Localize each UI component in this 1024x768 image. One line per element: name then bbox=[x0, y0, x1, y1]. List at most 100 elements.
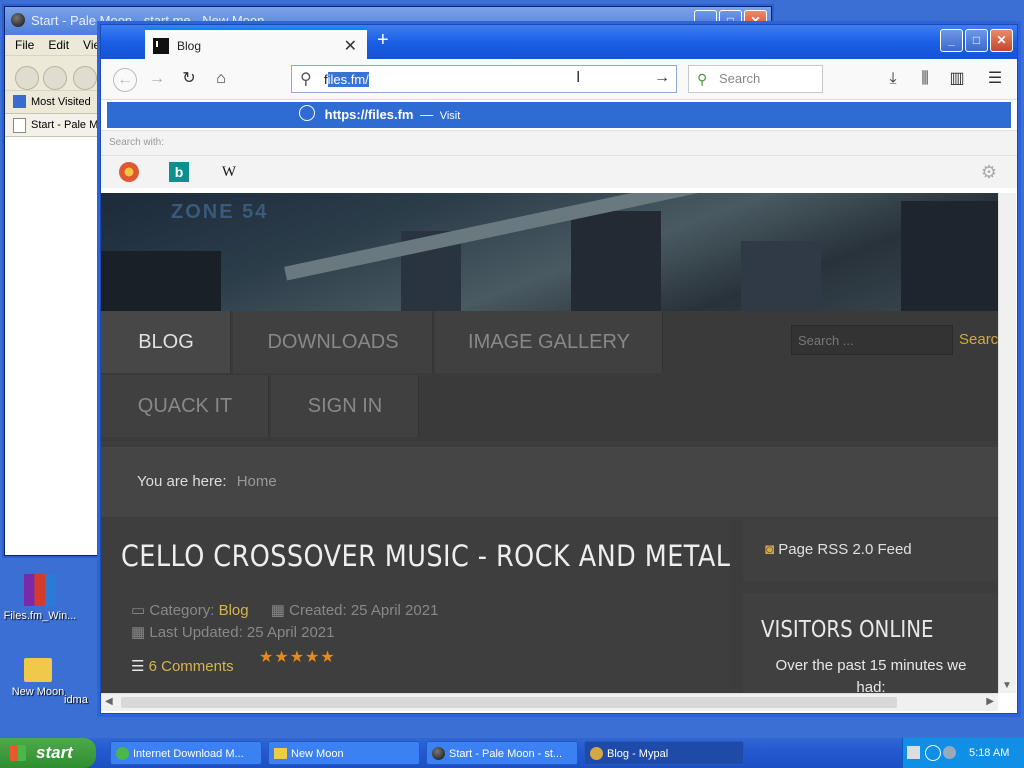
mypal-icon bbox=[590, 747, 603, 760]
pale-moon-icon bbox=[432, 747, 445, 760]
desktop-icon-label: New Moon bbox=[11, 686, 65, 698]
desktop-icon-idma[interactable]: idma bbox=[64, 658, 104, 706]
maximize-icon[interactable]: □ bbox=[965, 29, 988, 52]
scroll-right-icon[interactable]: ▶ bbox=[986, 696, 994, 707]
menu-item-quack-it[interactable]: QUACK IT bbox=[101, 375, 269, 437]
network-icon[interactable] bbox=[943, 746, 956, 759]
visitors-online-box: VISITORS ONLINE Over the past 15 minutes… bbox=[743, 593, 998, 693]
duckduckgo-icon[interactable] bbox=[119, 162, 139, 182]
breadcrumb-home-link[interactable]: Home bbox=[237, 473, 277, 490]
star-rating[interactable]: ★★★★★ bbox=[259, 647, 336, 667]
back-icon[interactable]: ← bbox=[113, 68, 137, 92]
reload-icon[interactable]: ↻ bbox=[179, 69, 199, 89]
search-icon: ⚲ bbox=[300, 71, 312, 88]
navigation-toolbar: ← → ↻ ⌂ ⚲ files.fm/ I → ⚲ Search ⤓ ⫼ ▥ ☰ bbox=[101, 59, 1017, 100]
terminal-favicon-icon bbox=[153, 37, 169, 54]
reload-icon[interactable] bbox=[73, 66, 97, 90]
rss-link[interactable]: Page RSS 2.0 Feed bbox=[778, 541, 911, 558]
scrollbar-thumb[interactable] bbox=[121, 697, 897, 708]
web-page: ZONE 54 BLOG DOWNLOADS IMAGE GALLERY QUA… bbox=[101, 193, 998, 693]
system-tray: 5:18 AM bbox=[902, 738, 1024, 768]
windows-logo-icon bbox=[10, 745, 26, 761]
browser-titlebar[interactable]: Blog ✕ + _ □ ✕ bbox=[101, 25, 1017, 61]
desktop: Start - Pale Moon - start.me - New Moon … bbox=[0, 0, 1024, 738]
breadcrumb-label: You are here: bbox=[137, 473, 227, 490]
folder-icon: ▭ bbox=[131, 602, 146, 619]
go-arrow-icon[interactable]: → bbox=[654, 69, 670, 87]
tab-blog[interactable]: Blog ✕ bbox=[145, 28, 367, 61]
url-suggestion-popup: https://files.fm — Visit bbox=[101, 100, 1017, 130]
url-text[interactable]: files.fm/ bbox=[324, 72, 369, 87]
site-search-button[interactable]: Search bbox=[953, 325, 998, 355]
article-comments[interactable]: ☰ 6 Comments bbox=[131, 657, 234, 675]
minimize-icon[interactable]: _ bbox=[940, 29, 963, 52]
calendar-icon: ▦ bbox=[131, 624, 146, 641]
hamburger-menu-icon[interactable]: ☰ bbox=[985, 69, 1005, 89]
close-icon[interactable]: ✕ bbox=[990, 29, 1013, 52]
sidebar-icon[interactable]: ▥ bbox=[947, 69, 967, 89]
menu-item-downloads[interactable]: DOWNLOADS bbox=[233, 311, 433, 373]
suggestion-action: Visit bbox=[439, 110, 461, 122]
comments-link[interactable]: 6 Comments bbox=[149, 658, 234, 675]
menu-file[interactable]: File bbox=[15, 35, 34, 55]
article-category: ▭ Category: Blog ▦ Created: 25 April 202… bbox=[131, 602, 439, 619]
one-off-search-engines: b W ⚙ bbox=[101, 155, 1017, 188]
close-tab-icon[interactable]: ✕ bbox=[344, 36, 357, 56]
taskbar-item-mypal[interactable]: Blog - Mypal bbox=[584, 741, 744, 765]
bing-icon[interactable]: b bbox=[169, 162, 189, 182]
folder-icon bbox=[24, 658, 52, 682]
menu-edit[interactable]: Edit bbox=[48, 35, 69, 55]
rss-icon: ◙ bbox=[765, 541, 775, 558]
page-icon bbox=[13, 118, 26, 133]
taskbar-item-idm[interactable]: Internet Download M... bbox=[110, 741, 262, 765]
text-cursor-icon: I bbox=[576, 69, 581, 86]
download-manager-icon bbox=[116, 747, 129, 760]
breadcrumb: You are here: Home bbox=[101, 447, 998, 517]
forward-icon[interactable]: → bbox=[147, 69, 167, 89]
clock[interactable]: 5:18 AM bbox=[969, 738, 1009, 768]
suggestion-row[interactable]: https://files.fm — Visit bbox=[107, 102, 1011, 128]
search-placeholder: Search bbox=[719, 71, 761, 86]
article-updated: ▦ Last Updated: 25 April 2021 bbox=[131, 624, 335, 641]
tab-title: Blog bbox=[177, 38, 202, 53]
wikipedia-icon[interactable]: W bbox=[219, 162, 239, 182]
app-icon bbox=[84, 658, 85, 690]
taskbar-item-new-moon[interactable]: New Moon bbox=[268, 741, 420, 765]
chevron-left-icon[interactable] bbox=[925, 745, 941, 761]
library-icon[interactable]: ⫼ bbox=[915, 69, 935, 89]
search-input[interactable]: ⚲ Search bbox=[688, 65, 823, 93]
forward-icon[interactable] bbox=[43, 66, 67, 90]
browser-window[interactable]: Blog ✕ + _ □ ✕ ← → ↻ ⌂ ⚲ files.fm/ I → ⚲ bbox=[100, 24, 1018, 714]
search-engine-icon: ⚲ bbox=[697, 71, 708, 87]
folder-icon bbox=[274, 748, 287, 759]
taskbar-item-pale-moon[interactable]: Start - Pale Moon - st... bbox=[426, 741, 578, 765]
start-button[interactable]: start bbox=[0, 738, 96, 768]
site-search-input[interactable]: Search ... bbox=[791, 325, 953, 355]
rss-feed-box[interactable]: ◙ Page RSS 2.0 Feed bbox=[743, 519, 998, 581]
desktop-icon-label: idma bbox=[64, 694, 88, 706]
back-icon[interactable] bbox=[15, 66, 39, 90]
scroll-down-icon[interactable]: ▼ bbox=[1002, 680, 1012, 691]
article-title[interactable]: CELLO CROSSOVER MUSIC - ROCK AND METAL bbox=[121, 539, 730, 573]
category-link[interactable]: Blog bbox=[219, 602, 249, 619]
vertical-scrollbar[interactable]: ▼ bbox=[998, 193, 1016, 693]
url-bar[interactable]: ⚲ files.fm/ I → bbox=[291, 65, 677, 93]
menu-item-image-gallery[interactable]: IMAGE GALLERY bbox=[435, 311, 663, 373]
visitors-title: VISITORS ONLINE bbox=[761, 617, 934, 643]
download-icon[interactable]: ⤓ bbox=[883, 69, 903, 89]
scroll-left-icon[interactable]: ◀ bbox=[105, 696, 113, 707]
calendar-icon: ▦ bbox=[270, 602, 285, 619]
new-tab-icon[interactable]: + bbox=[377, 29, 389, 52]
suggestion-separator: — bbox=[420, 107, 434, 122]
menu-item-blog[interactable]: BLOG bbox=[101, 311, 231, 373]
keyboard-icon[interactable] bbox=[907, 746, 920, 759]
gear-icon[interactable]: ⚙ bbox=[979, 162, 999, 182]
most-visited-bookmark[interactable]: Most Visited bbox=[31, 96, 91, 108]
site-logo[interactable]: ZONE 54 bbox=[171, 201, 268, 224]
created-date: Created: 25 April 2021 bbox=[289, 602, 439, 619]
menu-item-sign-in[interactable]: SIGN IN bbox=[271, 375, 419, 437]
desktop-icon-files-fm[interactable]: Files.fm_Win... bbox=[2, 574, 78, 622]
horizontal-scrollbar[interactable]: ◀ ▶ bbox=[101, 693, 998, 711]
home-icon[interactable]: ⌂ bbox=[211, 69, 231, 89]
globe-icon bbox=[299, 105, 315, 121]
